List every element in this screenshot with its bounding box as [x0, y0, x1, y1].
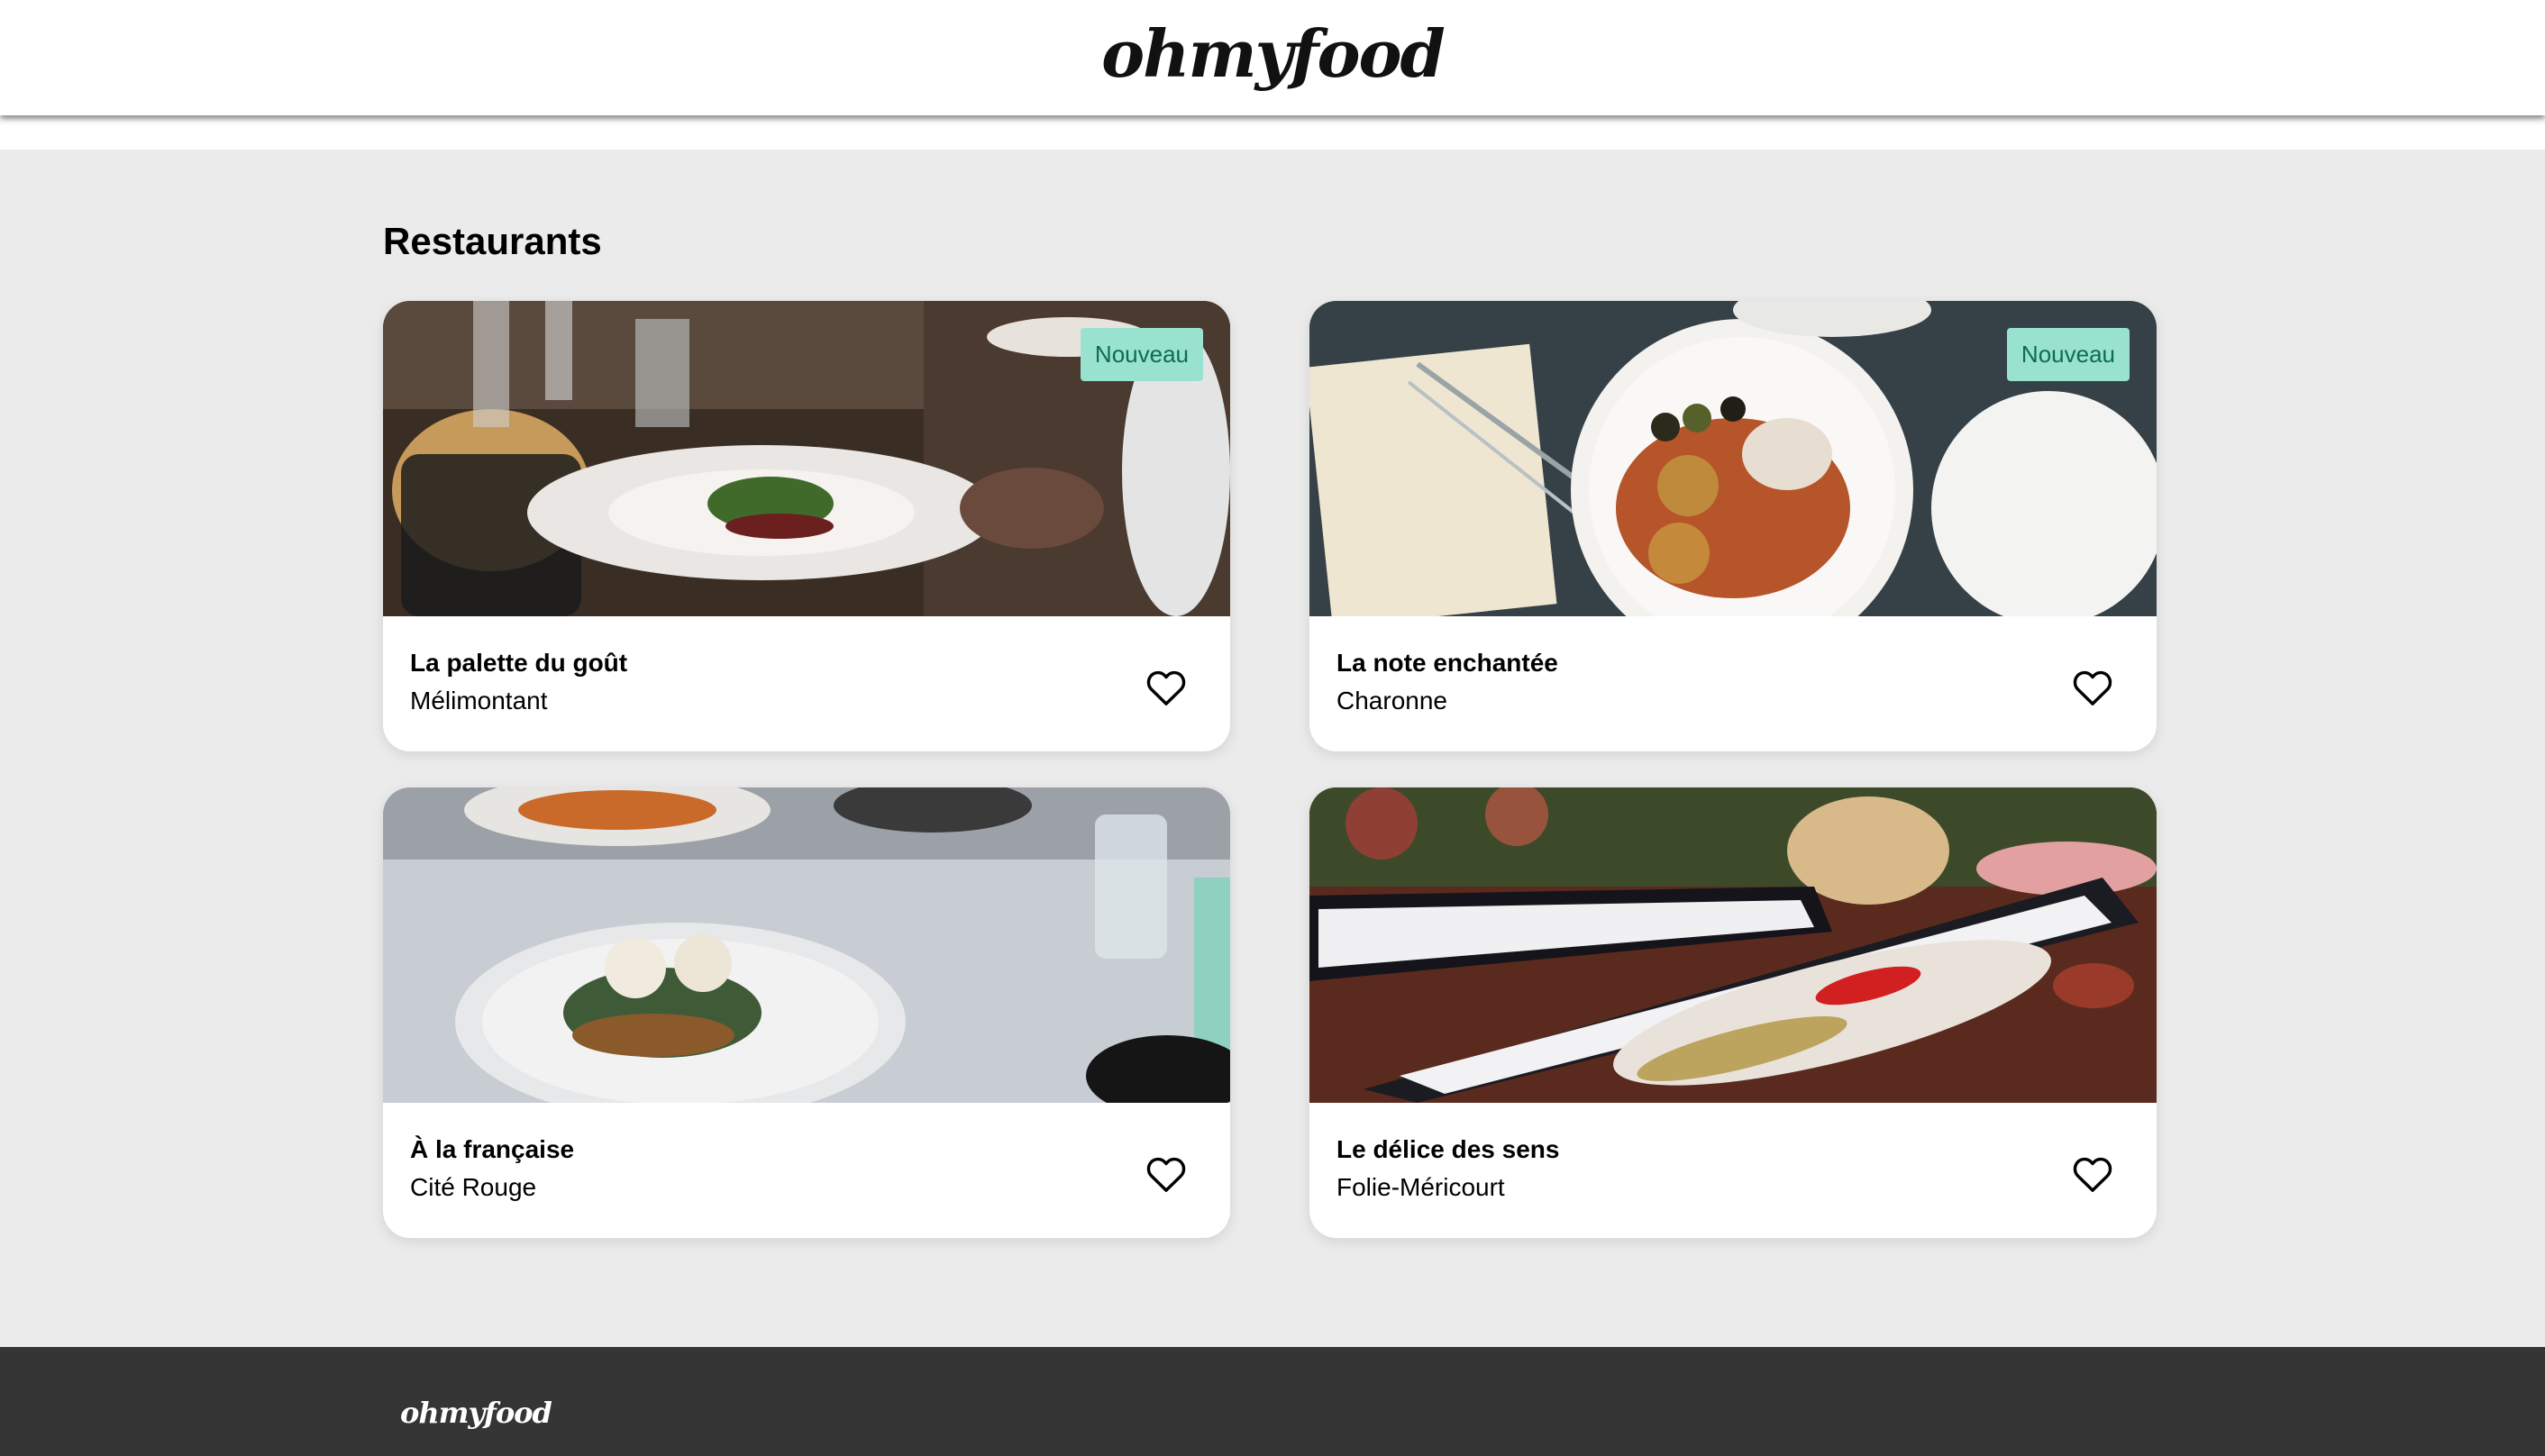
heart-outline-icon[interactable] [2072, 669, 2113, 706]
heart-outline-icon[interactable] [2072, 1155, 2113, 1193]
restaurant-card[interactable]: À la française Cité Rouge [383, 787, 1230, 1238]
restaurant-name[interactable]: À la française [410, 1133, 574, 1166]
site-footer: ohmyfood [0, 1347, 2545, 1456]
restaurant-card[interactable]: Nouveau La note enchantée Charonne [1309, 301, 2157, 751]
restaurant-location: Folie-Méricourt [1336, 1173, 1505, 1201]
restaurant-name[interactable]: La palette du goût [410, 647, 627, 679]
section-title: Restaurants [383, 220, 602, 262]
restaurant-info: La note enchantée Charonne [1336, 647, 1558, 717]
restaurant-location: Charonne [1336, 687, 1447, 714]
site-header: ohmyfood [0, 0, 2545, 115]
restaurant-location: Mélimontant [410, 687, 548, 714]
restaurant-name[interactable]: La note enchantée [1336, 647, 1558, 679]
heart-outline-icon[interactable] [1145, 669, 1187, 706]
logo[interactable]: ohmyfood [1101, 15, 1446, 92]
restaurant-info: Le délice des sens Folie-Méricourt [1336, 1133, 1559, 1204]
restaurant-photo[interactable] [383, 787, 1230, 1103]
restaurant-info: La palette du goût Mélimontant [410, 647, 627, 717]
footer-logo[interactable]: ohmyfood [400, 1396, 552, 1430]
new-badge: Nouveau [2006, 328, 2130, 381]
restaurant-location: Cité Rouge [410, 1173, 537, 1201]
restaurant-grid: Nouveau La palette du goût Mélimontant N… [383, 301, 2158, 1238]
restaurant-info: À la française Cité Rouge [410, 1133, 574, 1204]
main-content: Restaurants Nouveau La palette du goût M… [0, 150, 2545, 1347]
heart-outline-icon[interactable] [1145, 1155, 1187, 1193]
restaurant-photo[interactable] [1309, 787, 2157, 1103]
restaurant-card[interactable]: Le délice des sens Folie-Méricourt [1309, 787, 2157, 1238]
restaurant-name[interactable]: Le délice des sens [1336, 1133, 1559, 1166]
restaurant-card[interactable]: Nouveau La palette du goût Mélimontant [383, 301, 1230, 751]
new-badge: Nouveau [1080, 328, 1203, 381]
